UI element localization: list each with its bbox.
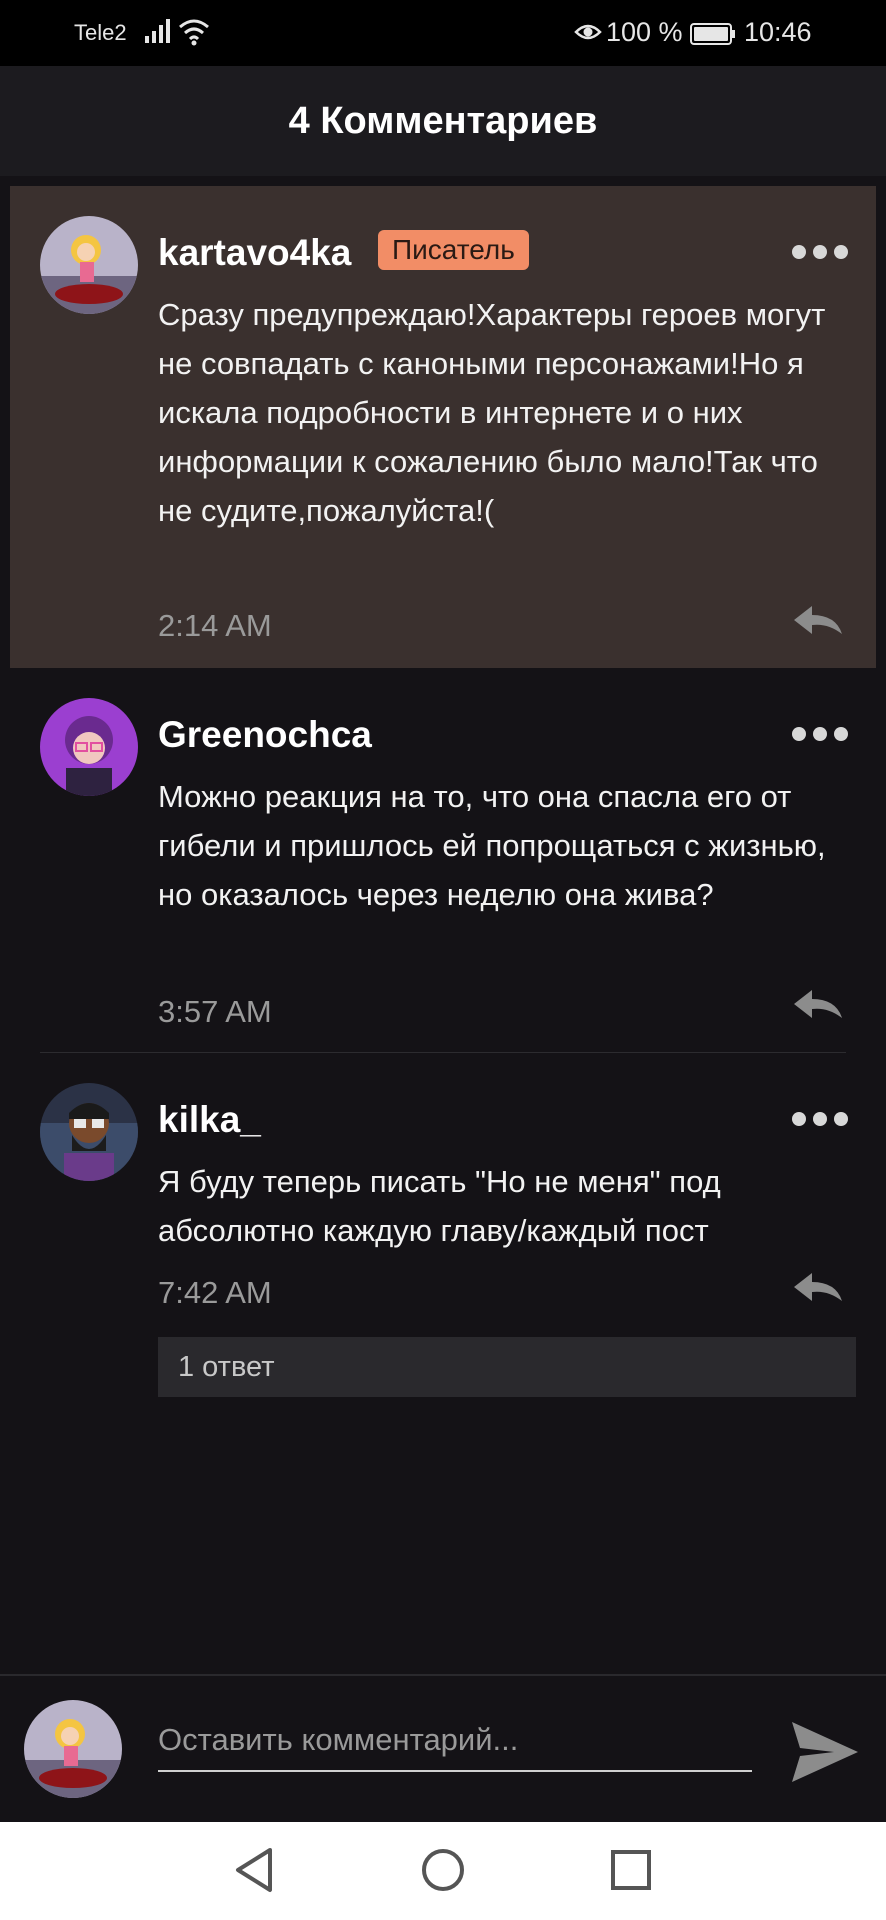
status-bar: Tele2 100 % 10:46 (0, 0, 886, 66)
comment-item: kartavo4ka Писатель Сразу предупреждаю!Х… (10, 186, 876, 668)
wifi-icon (179, 19, 209, 46)
comment-timestamp: 7:42 AM (158, 1275, 272, 1310)
more-options-icon[interactable] (792, 242, 848, 262)
reply-icon[interactable] (792, 604, 844, 636)
reply-icon[interactable] (792, 1271, 844, 1303)
page-title: 4 Комментариев (288, 100, 598, 142)
comment-input[interactable] (158, 1710, 752, 1772)
carrier-label: Tele2 (74, 20, 127, 45)
signal-icon (145, 19, 170, 43)
comment-item: kilka_ Я буду теперь писать "Но не меня"… (0, 1053, 886, 1413)
comments-header: 4 Комментариев (0, 66, 886, 176)
comment-text: Можно реакция на то, что она спасла его … (158, 779, 826, 912)
view-replies-button[interactable]: 1 ответ (158, 1337, 856, 1397)
back-icon[interactable] (232, 1846, 276, 1894)
comment-username[interactable]: kartavo4ka (158, 232, 351, 274)
more-options-icon[interactable] (792, 724, 848, 744)
comment-timestamp: 2:14 AM (158, 608, 272, 643)
avatar[interactable] (40, 1083, 138, 1181)
avatar[interactable] (40, 216, 138, 314)
more-options-icon[interactable] (792, 1109, 848, 1129)
comment-input-bar (0, 1674, 886, 1824)
reply-icon[interactable] (792, 988, 844, 1020)
comment-text: Сразу предупреждаю!Характеры героев могу… (158, 297, 826, 528)
battery-percent: 100 % (606, 17, 683, 47)
replies-count-label: 1 ответ (178, 1351, 275, 1383)
comment-item: Greenochca Можно реакция на то, что она … (0, 668, 886, 1052)
current-user-avatar (24, 1700, 122, 1798)
system-navigation-bar (0, 1822, 886, 1920)
comment-text: Я буду теперь писать "Но не меня" под аб… (158, 1164, 721, 1248)
home-icon[interactable] (419, 1846, 467, 1894)
clock: 10:46 (744, 17, 812, 47)
comment-username[interactable]: kilka_ (158, 1099, 261, 1141)
battery-icon (690, 23, 735, 45)
comment-username[interactable]: Greenochca (158, 714, 372, 756)
avatar[interactable] (40, 698, 138, 796)
writer-badge: Писатель (378, 230, 529, 270)
eye-comfort-icon (574, 24, 602, 40)
comment-timestamp: 3:57 AM (158, 994, 272, 1029)
recents-icon[interactable] (609, 1848, 653, 1892)
send-icon[interactable] (790, 1720, 860, 1784)
